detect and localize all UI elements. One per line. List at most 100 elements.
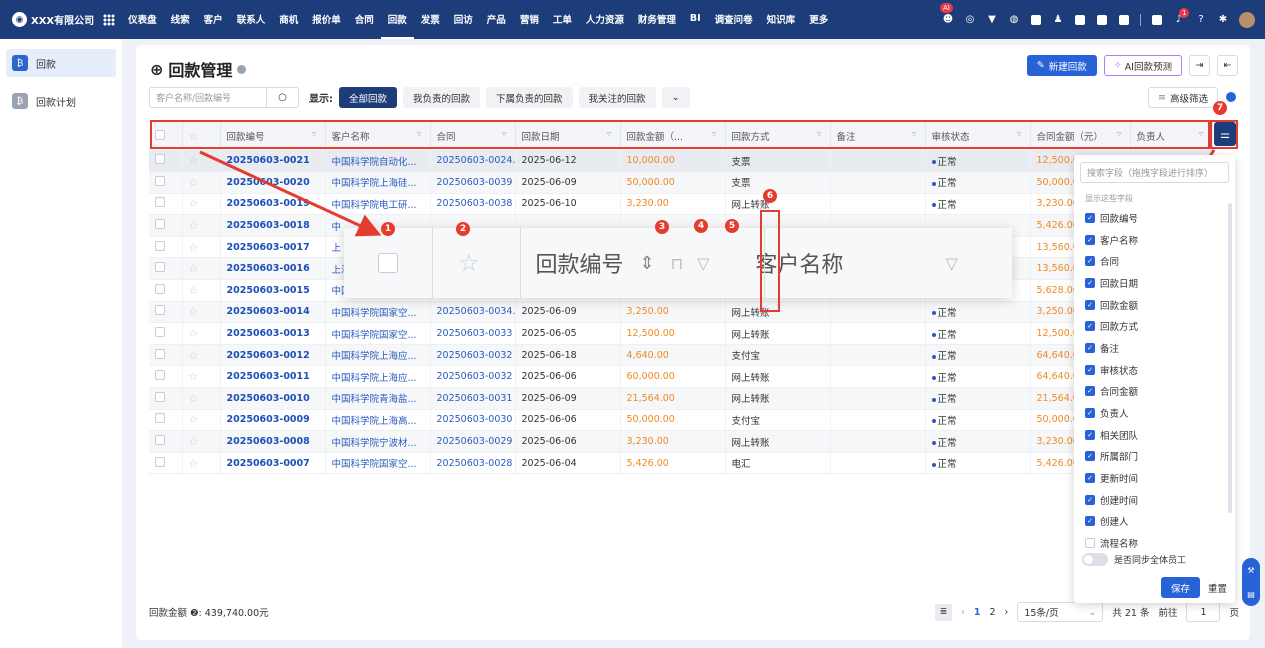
- payment-code-cell[interactable]: 20250603-0019: [220, 193, 326, 216]
- field-checkbox[interactable]: ✓: [1085, 386, 1095, 397]
- contract-cell[interactable]: 20250603-0039: [430, 171, 516, 194]
- star-icon[interactable]: ☆: [189, 327, 199, 340]
- star-icon[interactable]: ☆: [189, 457, 199, 470]
- table-row[interactable]: ☆ 20250603-0011 中国科学院上海应... 20250603-0032 20…: [149, 365, 1213, 389]
- customer-name-cell[interactable]: 中国科学院自动化...: [325, 150, 431, 173]
- ai-robot-icon[interactable]: ☻ AI: [940, 2, 954, 26]
- payment-code-cell[interactable]: 20250603-0011: [220, 365, 326, 389]
- reset-button[interactable]: 重置: [1208, 581, 1227, 595]
- payment-code-cell[interactable]: 20250603-0009: [220, 409, 326, 432]
- contract[interactable]: 20250603-0032: [437, 350, 513, 361]
- row-select-cell[interactable]: [149, 257, 183, 281]
- field-item[interactable]: ✓ 合同金额: [1074, 381, 1235, 403]
- contract[interactable]: 20250603-0034...: [437, 306, 515, 317]
- next-page-button[interactable]: ›: [1005, 607, 1009, 618]
- payment-code-cell[interactable]: 20250603-0017: [220, 236, 326, 259]
- customer-name[interactable]: 中国科学院国家空...: [332, 330, 417, 341]
- settings-icon[interactable]: ✱: [1217, 14, 1229, 26]
- row-checkbox[interactable]: [155, 370, 165, 381]
- nav-item[interactable]: 客户: [197, 0, 230, 39]
- payment-code[interactable]: 20250603-0016: [227, 263, 310, 274]
- contract[interactable]: 20250603-0030: [437, 414, 513, 425]
- import-button[interactable]: ⇥: [1189, 55, 1210, 76]
- table-row[interactable]: ☆ 20250603-0014 中国科学院国家空... 20250603-0034..…: [149, 301, 1213, 324]
- field-search-input[interactable]: 搜索字段（拖拽字段进行排序）: [1080, 162, 1229, 183]
- payment-code[interactable]: 20250603-0021: [227, 155, 310, 166]
- star-icon[interactable]: ☆: [189, 197, 199, 210]
- customer-name[interactable]: 中国科学院上海高...: [332, 416, 417, 427]
- contract-cell[interactable]: 20250603-0031: [430, 387, 516, 410]
- row-checkbox[interactable]: [155, 197, 165, 208]
- payment-code[interactable]: 20250603-0020: [227, 177, 310, 188]
- payment-code[interactable]: 20250603-0015: [227, 285, 310, 296]
- column-settings-button[interactable]: ⚌: [1214, 122, 1236, 146]
- nav-item[interactable]: 财务管理: [631, 0, 683, 39]
- row-select-cell[interactable]: [149, 279, 183, 302]
- row-checkbox[interactable]: [155, 456, 165, 467]
- payment-code-cell[interactable]: 20250603-0021: [220, 150, 326, 173]
- field-item[interactable]: ✓ 回款日期: [1074, 272, 1235, 294]
- customer-name-cell[interactable]: 中国科学院国家空...: [325, 452, 431, 475]
- advanced-filter-button[interactable]: ≡ 高级筛选: [1148, 87, 1218, 108]
- save-button[interactable]: 保存: [1160, 577, 1200, 598]
- row-checkbox[interactable]: [155, 435, 165, 446]
- field-checkbox[interactable]: ✓: [1085, 234, 1095, 245]
- contract[interactable]: 20250603-0038: [437, 198, 513, 209]
- row-select-cell[interactable]: [149, 409, 183, 432]
- user-icon[interactable]: ♟: [1052, 14, 1064, 26]
- field-item[interactable]: ✓ 回款金额: [1074, 294, 1235, 316]
- row-checkbox[interactable]: [155, 391, 165, 402]
- payment-code[interactable]: 20250603-0013: [227, 328, 310, 339]
- customer-name[interactable]: 中国科学院自动化...: [332, 157, 417, 168]
- field-item[interactable]: 流程名称: [1074, 532, 1235, 554]
- payment-code-cell[interactable]: 20250603-0013: [220, 322, 326, 345]
- contract-cell[interactable]: 20250603-0032: [430, 344, 516, 367]
- export-button[interactable]: ⇤: [1217, 55, 1238, 76]
- field-checkbox[interactable]: ✓: [1085, 256, 1095, 267]
- globe-icon[interactable]: ◍: [1008, 14, 1020, 26]
- nav-item[interactable]: 营销: [513, 0, 546, 39]
- row-select-cell[interactable]: [149, 150, 183, 173]
- payment-code[interactable]: 20250603-0009: [227, 414, 310, 425]
- field-checkbox[interactable]: ✓: [1085, 364, 1095, 375]
- nav-item[interactable]: 知识库: [760, 0, 803, 39]
- row-star-cell[interactable]: ☆: [182, 365, 221, 389]
- contract-cell[interactable]: 20250603-0033: [430, 322, 516, 345]
- payment-code-cell[interactable]: 20250603-0007: [220, 452, 326, 475]
- table-row[interactable]: ☆ 20250603-0009 中国科学院上海高... 20250603-0030 20…: [149, 409, 1213, 432]
- row-select-cell[interactable]: [149, 365, 183, 389]
- document-icon[interactable]: [1151, 14, 1163, 26]
- page-size-select[interactable]: 15条/页 ⌄: [1017, 602, 1104, 622]
- field-item[interactable]: ✓ 客户名称: [1074, 229, 1235, 251]
- payment-code-cell[interactable]: 20250603-0012: [220, 344, 326, 367]
- nav-item[interactable]: 回款: [380, 0, 414, 39]
- star-icon[interactable]: ☆: [189, 370, 199, 383]
- customer-name[interactable]: 中国科学院电工研...: [332, 200, 417, 211]
- row-star-cell[interactable]: ☆: [182, 430, 221, 453]
- field-item[interactable]: ✓ 创建时间: [1074, 489, 1235, 511]
- customer-name[interactable]: 中国科学院上海应...: [332, 373, 417, 384]
- segment-followed[interactable]: 我关注的回款: [578, 87, 656, 108]
- payment-code[interactable]: 20250603-0014: [227, 306, 310, 317]
- payment-code[interactable]: 20250603-0011: [227, 371, 310, 382]
- row-star-cell[interactable]: ☆: [182, 257, 221, 281]
- contract-cell[interactable]: 20250603-0024...: [430, 150, 516, 173]
- row-checkbox[interactable]: [155, 262, 165, 273]
- mail-icon[interactable]: [1030, 14, 1042, 26]
- payment-code[interactable]: 20250603-0019: [227, 198, 310, 209]
- field-checkbox[interactable]: ✓: [1085, 451, 1095, 462]
- nav-item[interactable]: 发票: [414, 0, 447, 39]
- message-icon[interactable]: ▼: [986, 14, 998, 26]
- table-row[interactable]: ☆ 20250603-0020 中国科学院上海硅... 20250603-0039 20…: [149, 171, 1213, 194]
- field-checkbox[interactable]: ✓: [1085, 299, 1095, 310]
- row-star-cell[interactable]: ☆: [182, 279, 221, 302]
- contract-cell[interactable]: 20250603-0032: [430, 365, 516, 389]
- star-icon[interactable]: ☆: [189, 176, 199, 189]
- table-row[interactable]: ☆ 20250603-0013 中国科学院国家空... 20250603-0033 20…: [149, 322, 1213, 345]
- field-item[interactable]: ✓ 备注: [1074, 337, 1235, 359]
- contract-cell[interactable]: 20250603-0034...: [430, 301, 516, 324]
- contract[interactable]: 20250603-0033: [437, 328, 513, 339]
- field-checkbox[interactable]: ✓: [1085, 408, 1095, 419]
- row-star-cell[interactable]: ☆: [182, 409, 221, 432]
- field-checkbox[interactable]: [1085, 538, 1095, 549]
